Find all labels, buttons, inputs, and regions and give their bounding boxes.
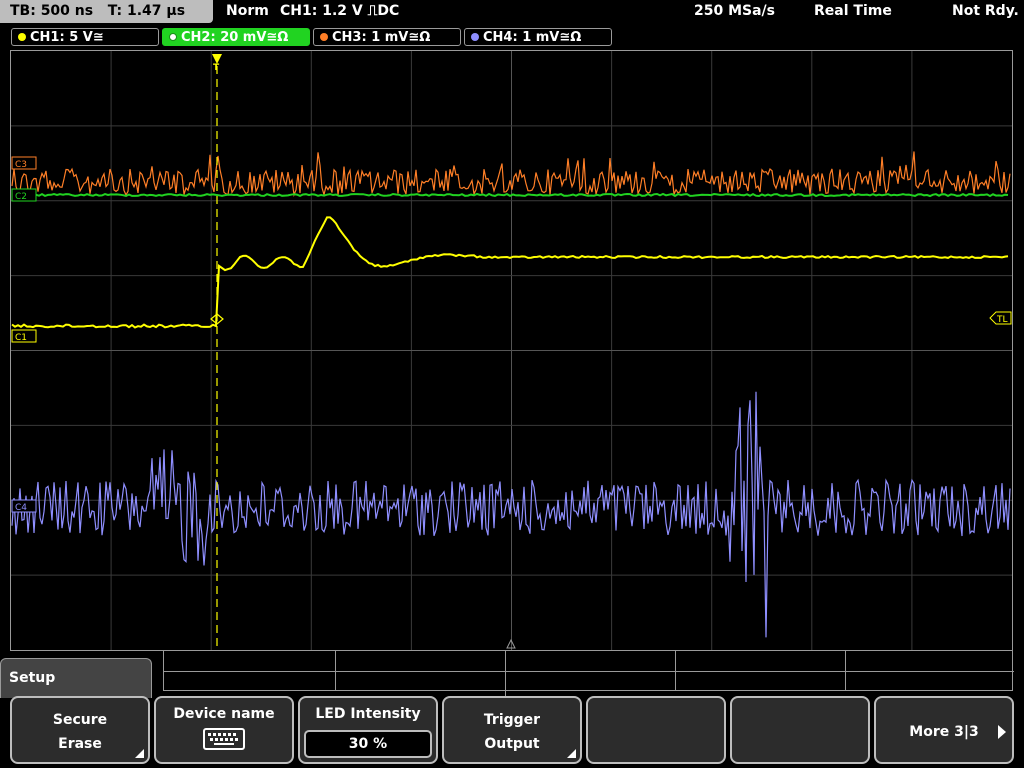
- softkey-label: Output: [484, 736, 540, 752]
- keyboard-icon: [203, 728, 245, 750]
- menu-divider: [505, 651, 506, 696]
- trigger-level-label: TL: [996, 315, 1008, 325]
- ch2-marker-label: C2: [15, 192, 27, 202]
- softkey-secure-erase[interactable]: Secure Erase: [10, 696, 150, 764]
- ch4-offset-marker: C4: [11, 499, 37, 513]
- ch3-offset-marker: C3: [11, 156, 37, 170]
- softkey-empty-6[interactable]: [730, 696, 870, 764]
- softkey-device-name[interactable]: Device name: [154, 696, 294, 764]
- softkey-label: Device name: [173, 706, 275, 722]
- trigger-level-marker: TL: [989, 311, 1012, 325]
- arrow-right-icon: [998, 725, 1006, 739]
- submenu-corner-icon: [135, 749, 144, 758]
- softkey-more[interactable]: More 3|3: [874, 696, 1014, 764]
- menu-title-tab: Setup: [0, 658, 152, 698]
- menu-title: Setup: [9, 670, 56, 686]
- ch1-marker-label: C1: [15, 333, 27, 343]
- softkey-empty-5[interactable]: [586, 696, 726, 764]
- softkey-led-intensity[interactable]: LED Intensity 30 %: [298, 696, 438, 764]
- menu-divider-strip: [163, 651, 1014, 691]
- softkey-label: Erase: [58, 736, 102, 752]
- softkey-trigger-output[interactable]: Trigger Output: [442, 696, 582, 764]
- ch4-marker-label: C4: [15, 503, 27, 513]
- grid-lines: [11, 51, 1012, 650]
- ch1-offset-marker: C1: [11, 329, 37, 343]
- led-intensity-value[interactable]: 30 %: [304, 730, 432, 758]
- submenu-corner-icon: [567, 749, 576, 758]
- ch2-waveform: [11, 192, 1009, 198]
- ch1-waveform: [11, 216, 1009, 329]
- ch3-marker-label: C3: [15, 160, 27, 170]
- softkey-label: LED Intensity: [315, 706, 421, 722]
- softkey-label: Secure: [52, 712, 108, 728]
- ch2-offset-marker: C2: [11, 188, 37, 202]
- softkey-label: More 3|3: [909, 724, 979, 740]
- softkey-label: Trigger: [483, 712, 541, 728]
- trigger-pos-label: T: [213, 63, 220, 73]
